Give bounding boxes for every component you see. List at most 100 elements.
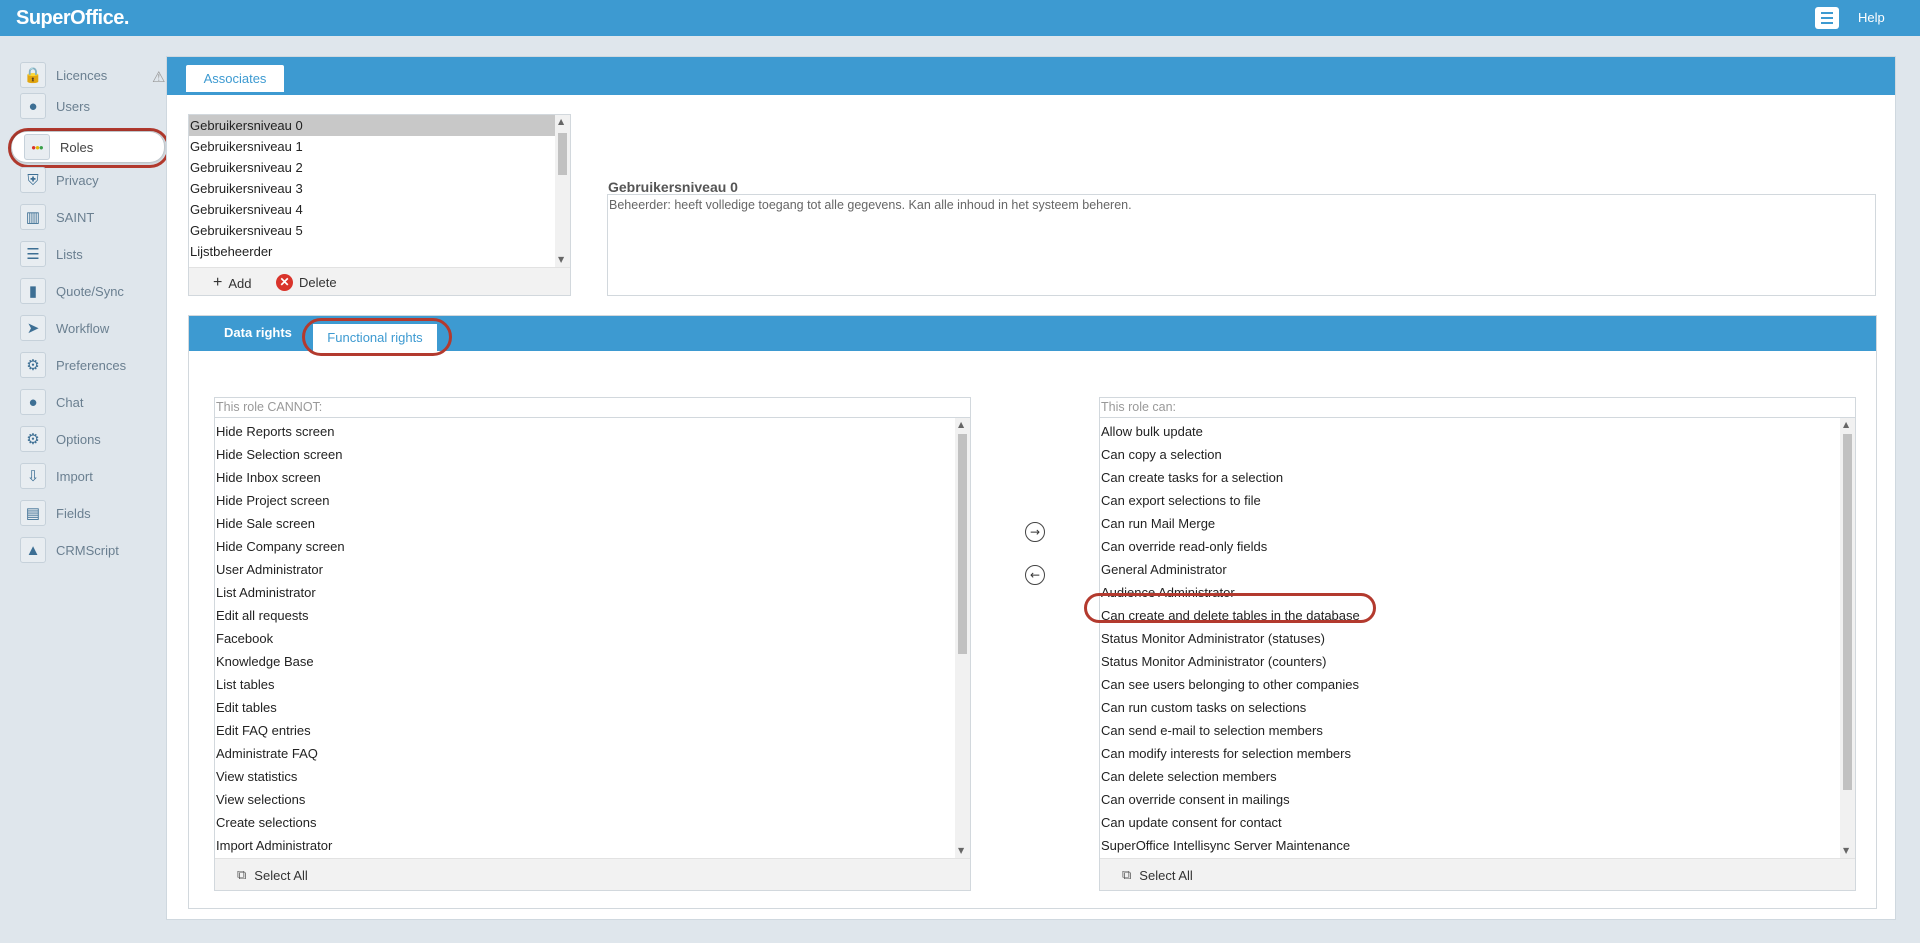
list-item[interactable]: Can override read-only fields	[1100, 535, 1840, 558]
sidebar-item-label: Options	[56, 431, 101, 447]
sidebar-item-fields[interactable]: ▤ Fields	[20, 498, 160, 528]
list-item[interactable]: Can create tasks for a selection	[1100, 466, 1840, 489]
sidebar-item-users[interactable]: ● Users	[20, 91, 160, 121]
role-list-item[interactable]: Gebruikersniveau 1	[189, 136, 555, 157]
hamburger-menu-icon[interactable]	[1815, 7, 1839, 29]
tab-data-rights[interactable]: Data rights	[224, 325, 292, 340]
select-all-label: Select All	[254, 867, 308, 883]
list-item[interactable]: Edit all requests	[215, 604, 955, 627]
list-item[interactable]: Hide Selection screen	[215, 443, 955, 466]
list-item[interactable]: Can override consent in mailings	[1100, 788, 1840, 811]
sidebar-item-chat[interactable]: ● Chat	[20, 387, 160, 417]
can-list-items: Allow bulk update Can copy a selection C…	[1100, 418, 1840, 858]
scroll-up-icon[interactable]: ▲	[558, 117, 564, 126]
list-item[interactable]: Can run custom tasks on selections	[1100, 696, 1840, 719]
list-item[interactable]: Edit FAQ entries	[215, 719, 955, 742]
select-all-can-button[interactable]: ⧉ Select All	[1122, 867, 1193, 883]
fields-icon: ▤	[20, 500, 46, 526]
list-item[interactable]: Status Monitor Administrator (statuses)	[1100, 627, 1840, 650]
add-role-button[interactable]: + Add	[213, 274, 251, 292]
scrollbar-thumb[interactable]	[1843, 434, 1852, 790]
role-list-scrollbar[interactable]: ▲ ▼	[555, 115, 570, 267]
scrollbar-thumb[interactable]	[958, 434, 967, 654]
main-header: Associates	[167, 57, 1895, 95]
traffic-light-icon: ● ● ●	[24, 134, 50, 160]
scroll-down-icon[interactable]: ▼	[958, 846, 964, 855]
scroll-down-icon[interactable]: ▼	[558, 255, 564, 264]
list-item[interactable]: General Administrator	[1100, 558, 1840, 581]
list-item[interactable]: Can delete selection members	[1100, 765, 1840, 788]
sidebar-item-workflow[interactable]: ➤ Workflow	[20, 313, 160, 343]
list-item[interactable]: Can run Mail Merge	[1100, 512, 1840, 535]
superoffice-logo[interactable]: SuperOffice.	[16, 7, 129, 30]
select-all-label: Select All	[1139, 867, 1193, 883]
tab-associates[interactable]: Associates	[186, 65, 284, 92]
list-item[interactable]: User Administrator	[215, 558, 955, 581]
move-left-icon[interactable]: ←	[1025, 565, 1045, 585]
role-list-item[interactable]: Gebruikersniveau 3	[189, 178, 555, 199]
list-item[interactable]: Status Monitor Administrator (counters)	[1100, 650, 1840, 673]
list-item[interactable]: List Administrator	[215, 581, 955, 604]
role-list-item[interactable]: Gebruikersniveau 4	[189, 199, 555, 220]
sidebar-item-import[interactable]: ⇩ Import	[20, 461, 160, 491]
list-item[interactable]: Hide Inbox screen	[215, 466, 955, 489]
list-item[interactable]: View statistics	[215, 765, 955, 788]
role-list-item[interactable]: Gebruikersniveau 0	[189, 115, 555, 136]
list-item[interactable]: Can update consent for contact	[1100, 811, 1840, 834]
role-list-item[interactable]: Gebruikersniveau 5	[189, 220, 555, 241]
barcode-icon: ▮	[20, 278, 46, 304]
sidebar-item-label: CRMScript	[56, 542, 119, 558]
cannot-list-scrollbar[interactable]: ▲ ▼	[955, 418, 970, 858]
scroll-down-icon[interactable]: ▼	[1843, 846, 1849, 855]
role-toolbar: + Add ✕ Delete	[189, 267, 570, 295]
list-item[interactable]: Hide Company screen	[215, 535, 955, 558]
can-list: This role can: Allow bulk update Can cop…	[1099, 397, 1856, 891]
role-list-item[interactable]: Lijstbeheerder	[189, 241, 555, 262]
list-item[interactable]: Create selections	[215, 811, 955, 834]
list-item[interactable]: Can send e-mail to selection members	[1100, 719, 1840, 742]
list-item[interactable]: Can see users belonging to other compani…	[1100, 673, 1840, 696]
select-all-cannot-button[interactable]: ⧉ Select All	[237, 867, 308, 883]
list-item[interactable]: Knowledge Base	[215, 650, 955, 673]
scroll-up-icon[interactable]: ▲	[958, 420, 964, 429]
role-description-title: Gebruikersniveau 0	[608, 179, 738, 195]
delete-icon: ✕	[276, 274, 293, 291]
delete-role-button[interactable]: ✕ Delete	[276, 274, 337, 291]
sidebar-item-options[interactable]: ⚙ Options	[20, 424, 160, 454]
list-item[interactable]: Allow bulk update	[1100, 420, 1840, 443]
list-item[interactable]: Can copy a selection	[1100, 443, 1840, 466]
list-item[interactable]: SuperOffice Intellisync Server Maintenan…	[1100, 834, 1840, 857]
list-item[interactable]: List tables	[215, 673, 955, 696]
sidebar-item-saint[interactable]: ▥ SAINT	[20, 202, 160, 232]
help-link[interactable]: Help	[1858, 10, 1885, 25]
list-item[interactable]: Hide Reports screen	[215, 420, 955, 443]
sidebar-item-label: Licences	[56, 67, 108, 83]
move-right-icon[interactable]: →	[1025, 522, 1045, 542]
sidebar-item-lists[interactable]: ☰ Lists	[20, 239, 160, 269]
list-item[interactable]: Hide Project screen	[215, 489, 955, 512]
list-item[interactable]: Import Administrator	[215, 834, 955, 857]
sidebar-item-preferences[interactable]: ⚙ Preferences	[20, 350, 160, 380]
chat-bubble-icon: ●	[20, 389, 46, 415]
list-item[interactable]: Can modify interests for selection membe…	[1100, 742, 1840, 765]
can-list-scrollbar[interactable]: ▲ ▼	[1840, 418, 1855, 858]
list-item[interactable]: View selections	[215, 788, 955, 811]
list-item[interactable]: Can export selections to file	[1100, 489, 1840, 512]
sidebar-item-roles[interactable]: ● ● ● Roles	[12, 132, 164, 162]
scroll-up-icon[interactable]: ▲	[1843, 420, 1849, 429]
scrollbar-thumb[interactable]	[558, 133, 567, 175]
sidebar-item-quote-sync[interactable]: ▮ Quote/Sync	[20, 276, 160, 306]
list-item[interactable]: Hide Sale screen	[215, 512, 955, 535]
sidebar-item-crmscript[interactable]: ▲ CRMScript	[20, 535, 160, 565]
list-item[interactable]: Administrate FAQ	[215, 742, 955, 765]
list-item[interactable]: Facebook	[215, 627, 955, 650]
sidebar-item-label: Users	[56, 98, 90, 114]
cannot-list: This role CANNOT: Hide Reports screen Hi…	[214, 397, 971, 891]
sidebar-item-privacy[interactable]: ⛨ Privacy	[20, 165, 160, 195]
warning-icon: ⚠	[152, 69, 166, 86]
role-list-item[interactable]: Gebruikersniveau 2	[189, 157, 555, 178]
sidebar-item-licences[interactable]: 🔒 Licences ⚠	[20, 60, 165, 90]
top-bar: SuperOffice. Help	[0, 0, 1920, 36]
list-item[interactable]: Edit tables	[215, 696, 955, 719]
role-description-field[interactable]: Beheerder: heeft volledige toegang tot a…	[607, 194, 1876, 296]
